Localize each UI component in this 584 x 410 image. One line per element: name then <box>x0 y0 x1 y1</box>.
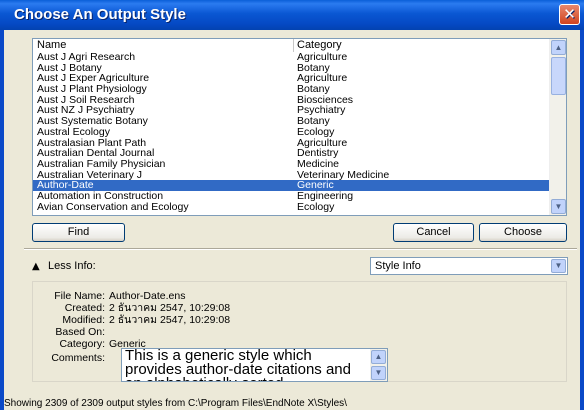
list-row[interactable]: Aust Systematic Botany Botany <box>33 116 551 127</box>
file-name-label: File Name: <box>54 290 105 302</box>
style-name: Author-Date <box>37 180 94 191</box>
style-name: Aust J Agri Research <box>37 52 136 63</box>
style-name: Avian Conservation and Ecology <box>37 201 189 213</box>
modified-label: Modified: <box>62 314 105 326</box>
style-category: Agriculture <box>297 73 348 85</box>
modified-value: 2 ธันวาคม 2547, 10:29:08 <box>109 314 231 326</box>
style-category: Generic <box>297 180 334 191</box>
window-title: Choose An Output Style <box>14 6 186 23</box>
less-info-toggle[interactable]: ▲ Less Info: <box>32 259 96 273</box>
style-name: Aust J Soil Research <box>37 94 135 106</box>
cancel-button[interactable]: Cancel <box>393 223 474 242</box>
close-icon[interactable]: ✕ <box>559 4 580 25</box>
list-row[interactable]: Aust J Exper Agriculture Agriculture <box>33 73 551 84</box>
comments-field[interactable]: This is a generic style which provides a… <box>121 348 388 382</box>
style-category: Botany <box>297 62 330 74</box>
list-scrollbar[interactable]: ▲ ▼ <box>549 39 566 215</box>
choose-button[interactable]: Choose <box>479 223 567 242</box>
status-bar: Showing 2309 of 2309 output styles from … <box>4 398 347 409</box>
style-name: Australian Dental Journal <box>37 148 155 159</box>
comments-text: This is a generic style which provides a… <box>125 348 351 381</box>
window-frame-right <box>580 30 584 410</box>
up-arrow-icon: ▲ <box>32 261 40 272</box>
column-header-category[interactable]: Category <box>297 39 547 51</box>
scroll-up-icon[interactable]: ▲ <box>371 350 386 364</box>
comments-scrollbar[interactable]: ▲ ▼ <box>370 349 387 381</box>
list-header: Name Category <box>33 39 551 52</box>
list-body: Aust J Agri Research Agriculture Aust J Bo… <box>33 52 551 212</box>
list-row[interactable]: Aust J Plant Physiology Botany <box>33 84 551 95</box>
style-category: Agriculture <box>297 52 348 63</box>
style-category: Ecology <box>297 201 335 213</box>
header-divider <box>293 39 294 52</box>
scroll-down-icon[interactable]: ▼ <box>551 199 566 214</box>
scroll-up-icon[interactable]: ▲ <box>551 40 566 55</box>
style-category: Veterinary Medicine <box>297 169 390 181</box>
style-category: Biosciences <box>297 94 354 106</box>
window-frame-left <box>0 30 4 410</box>
style-category: Botany <box>297 84 330 95</box>
list-row[interactable]: Austral Ecology Ecology <box>33 127 551 138</box>
style-name: Australasian Plant Path <box>37 137 147 149</box>
style-list[interactable]: Name Category Aust J Agri Research Agricu… <box>32 38 567 216</box>
chevron-down-icon[interactable]: ▼ <box>551 259 566 273</box>
title-bar: Choose An Output Style ✕ <box>0 0 584 30</box>
style-category: Psychiatry <box>297 105 346 117</box>
category-label: Category: <box>59 338 105 350</box>
list-row[interactable]: Aust J Soil Research Biosciences <box>33 95 551 106</box>
style-name: Aust J Plant Physiology <box>37 84 147 95</box>
style-category: Engineering <box>297 190 354 202</box>
list-row[interactable]: Automation in Construction Engineering <box>33 191 551 202</box>
style-name: Australian Family Physician <box>37 158 166 170</box>
style-name: Automation in Construction <box>37 190 164 202</box>
list-row[interactable]: Australian Dental Journal Dentistry <box>33 148 551 159</box>
list-row[interactable]: Australian Family Physician Medicine <box>33 159 551 170</box>
column-header-name[interactable]: Name <box>37 39 293 51</box>
style-category: Dentistry <box>297 148 339 159</box>
style-category: Botany <box>297 116 330 127</box>
style-name: Aust J Exper Agriculture <box>37 73 150 85</box>
list-row[interactable]: Australasian Plant Path Agriculture <box>33 138 551 149</box>
info-view-value: Style Info <box>375 260 421 272</box>
separator <box>24 248 577 250</box>
style-category: Ecology <box>297 126 335 138</box>
list-row[interactable]: Australian Veterinary J Veterinary Medici… <box>33 170 551 181</box>
style-name: Australian Veterinary J <box>37 169 143 181</box>
scroll-thumb[interactable] <box>551 57 566 95</box>
created-value: 2 ธันวาคม 2547, 10:29:08 <box>109 302 231 314</box>
list-row[interactable]: Aust J Agri Research Agriculture <box>33 52 551 63</box>
style-category: Medicine <box>297 158 340 170</box>
less-info-label: Less Info: <box>48 260 96 272</box>
created-label: Created: <box>64 302 105 314</box>
style-category: Agriculture <box>297 137 348 149</box>
style-name: Aust Systematic Botany <box>37 116 148 127</box>
file-name-value: Author-Date.ens <box>109 290 186 302</box>
scroll-down-icon[interactable]: ▼ <box>371 366 386 380</box>
find-button[interactable]: Find <box>32 223 125 242</box>
comments-label: Comments: <box>51 352 105 364</box>
style-name: Aust J Botany <box>37 62 102 74</box>
style-name: Austral Ecology <box>37 126 110 138</box>
info-view-select[interactable]: Style Info ▼ <box>370 257 568 275</box>
list-row[interactable]: Aust J Botany Botany <box>33 63 551 74</box>
based-on-label: Based On: <box>55 326 105 338</box>
style-info-panel: File Name: Author-Date.ens Created: 2 ธั… <box>32 281 567 382</box>
list-row[interactable]: Author-Date Generic <box>33 180 551 191</box>
style-name: Aust NZ J Psychiatry <box>37 105 135 117</box>
list-row[interactable]: Avian Conservation and Ecology Ecology <box>33 202 551 213</box>
list-row[interactable]: Aust NZ J Psychiatry Psychiatry <box>33 105 551 116</box>
